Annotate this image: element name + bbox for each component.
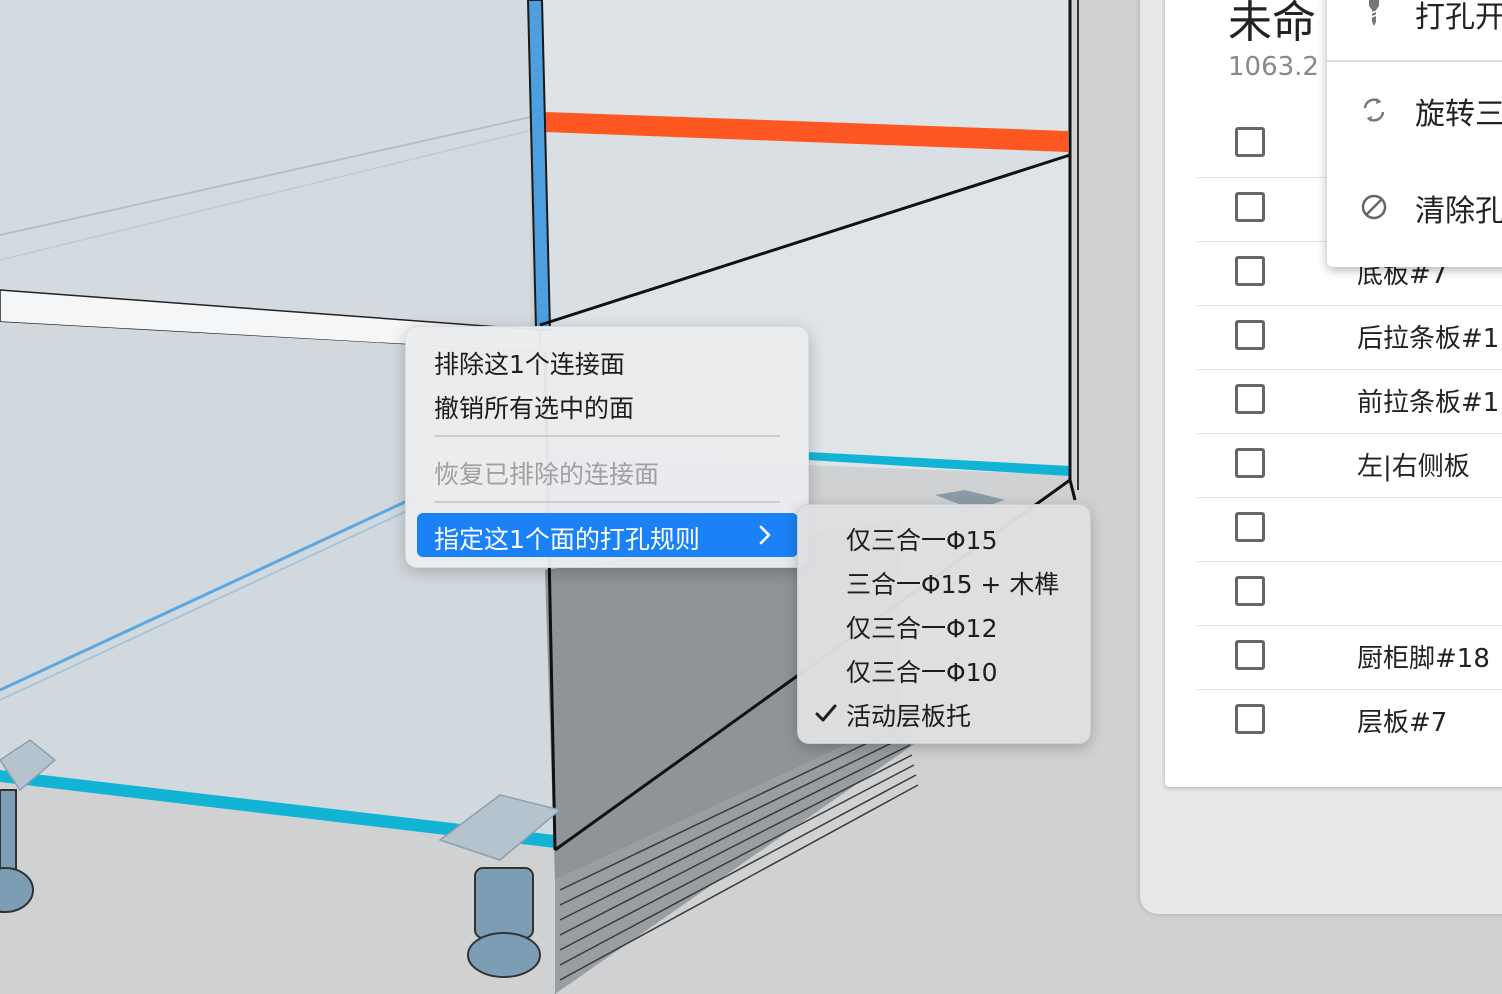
list-item[interactable]: 后拉条板#1 xyxy=(1197,305,1502,370)
menu-item-label: 打孔开 xyxy=(1415,0,1502,35)
menu-separator xyxy=(434,435,780,437)
menu-item-clear[interactable]: 清除孔 xyxy=(1327,182,1502,232)
submenu-item-3in1-12[interactable]: 仅三合一Φ12 xyxy=(846,609,998,645)
list-item[interactable] xyxy=(1197,561,1502,626)
menu-item-label: 指定这1个面的打孔规则 xyxy=(434,525,700,554)
row-checkbox[interactable] xyxy=(1235,384,1265,414)
row-checkbox[interactable] xyxy=(1235,448,1265,478)
menu-item-label: 旋转三 xyxy=(1415,97,1502,132)
menu-item-restore-excluded: 恢复已排除的连接面 xyxy=(434,460,660,489)
menu-item-exclude-face[interactable]: 排除这1个连接面 xyxy=(434,345,625,381)
menu-item-label: 清除孔 xyxy=(1415,194,1502,229)
menu-item-rotate[interactable]: 旋转三 xyxy=(1327,85,1502,135)
row-checkbox[interactable] xyxy=(1235,320,1265,350)
menu-item-deselect-all[interactable]: 撤销所有选中的面 xyxy=(434,389,634,425)
row-checkbox[interactable] xyxy=(1235,640,1265,670)
card-subtitle: 1063.2 : xyxy=(1228,52,1336,82)
row-label: 层板#7 xyxy=(1357,708,1448,738)
checkmark-icon xyxy=(815,704,837,722)
submenu-item-shelf-support[interactable]: 活动层板托 xyxy=(846,697,971,733)
list-item[interactable]: 左|右侧板 xyxy=(1197,433,1502,498)
list-item[interactable]: 前拉条板#1 xyxy=(1197,369,1502,434)
row-checkbox[interactable] xyxy=(1235,576,1265,606)
row-checkbox[interactable] xyxy=(1235,256,1265,286)
cabinet-left-upper xyxy=(0,0,530,330)
tool-menu: 打孔开 旋转三 清除孔 xyxy=(1327,0,1502,267)
menu-separator xyxy=(1327,60,1502,62)
chevron-right-icon xyxy=(759,525,771,545)
list-item[interactable] xyxy=(1197,497,1502,562)
submenu-item-3in1-10[interactable]: 仅三合一Φ10 xyxy=(846,653,998,689)
rotate-icon xyxy=(1363,98,1385,122)
row-label: 后拉条板#1 xyxy=(1357,324,1500,354)
drill-icon xyxy=(1369,0,1379,26)
context-menu: 排除这1个连接面 撤销所有选中的面 恢复已排除的连接面 指定这1个面的打孔规则 xyxy=(405,326,809,568)
row-label: 左|右侧板 xyxy=(1357,452,1470,482)
row-checkbox[interactable] xyxy=(1235,192,1265,222)
list-item[interactable]: 层板#7 xyxy=(1197,689,1502,754)
menu-item-drill-rule[interactable]: 指定这1个面的打孔规则 xyxy=(417,513,798,557)
row-label: 厨柜脚#18 xyxy=(1357,644,1490,674)
row-label: 前拉条板#1 xyxy=(1357,388,1500,418)
row-checkbox[interactable] xyxy=(1235,704,1265,734)
menu-separator xyxy=(434,501,780,503)
list-item[interactable]: 厨柜脚#18 xyxy=(1197,625,1502,690)
row-checkbox[interactable] xyxy=(1235,512,1265,542)
clear-icon xyxy=(1361,194,1387,220)
card-title: 未命 xyxy=(1228,0,1316,48)
drill-rule-submenu: 仅三合一Φ15 三合一Φ15 + 木榫 仅三合一Φ12 仅三合一Φ10 活动层板… xyxy=(797,504,1091,744)
menu-item-drill[interactable]: 打孔开 xyxy=(1327,0,1502,38)
row-checkbox[interactable] xyxy=(1235,127,1265,157)
submenu-item-3in1-15-dowel[interactable]: 三合一Φ15 + 木榫 xyxy=(846,565,1059,601)
submenu-item-3in1-15[interactable]: 仅三合一Φ15 xyxy=(846,521,998,557)
